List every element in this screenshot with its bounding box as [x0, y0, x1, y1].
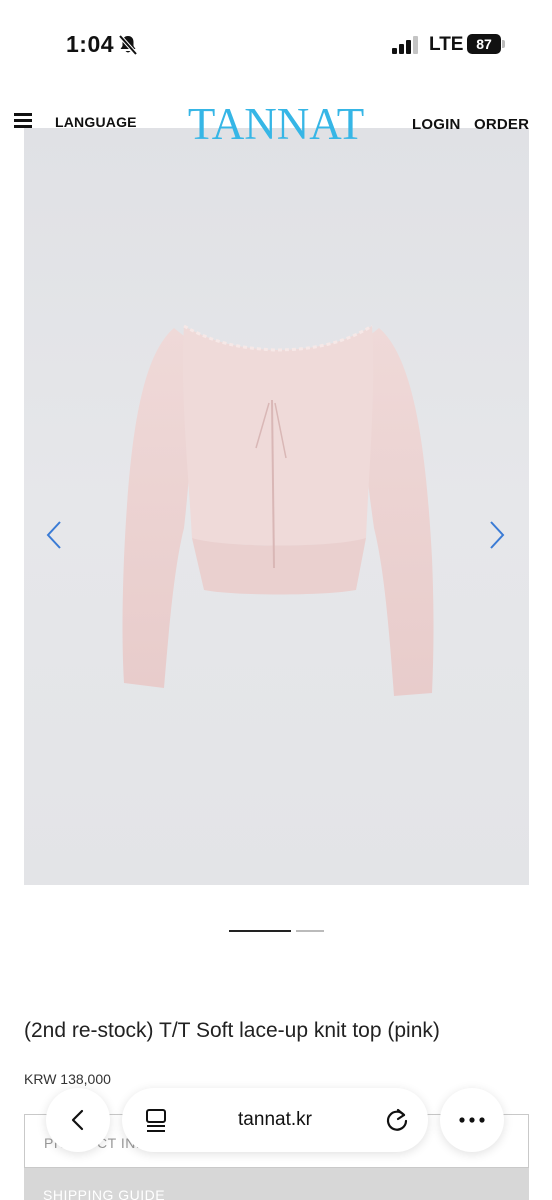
more-icon — [459, 1117, 485, 1123]
battery-level: 87 — [467, 34, 501, 54]
address-bar[interactable]: tannat.kr — [122, 1088, 428, 1152]
shipping-guide-label: SHIPPING GUIDE — [43, 1187, 166, 1200]
battery-indicator: 87 — [467, 34, 505, 54]
site-logo[interactable]: TANNAT — [186, 98, 366, 150]
signal-icon — [392, 36, 418, 54]
pager-dot[interactable] — [296, 930, 324, 932]
status-bar: 1:04 LTE 87 — [0, 0, 552, 90]
bell-slash-icon — [118, 34, 138, 56]
order-link[interactable]: ORDER — [474, 116, 529, 133]
chevron-right-icon[interactable] — [487, 519, 507, 551]
chevron-left-icon[interactable] — [44, 519, 64, 551]
shipping-guide-tab[interactable]: SHIPPING GUIDE — [24, 1168, 529, 1200]
battery-tip — [502, 40, 505, 48]
language-link[interactable]: LANGUAGE — [55, 114, 137, 130]
back-button[interactable] — [46, 1088, 110, 1152]
product-title: (2nd re-stock) T/T Soft lace-up knit top… — [24, 1019, 440, 1042]
status-time: 1:04 — [66, 31, 115, 57]
more-button[interactable] — [440, 1088, 504, 1152]
pager-dot-active[interactable] — [229, 930, 291, 932]
garment-photo — [122, 324, 434, 696]
login-link[interactable]: LOGIN — [412, 116, 461, 133]
menu-icon[interactable] — [14, 113, 32, 129]
reload-icon[interactable] — [384, 1107, 410, 1133]
product-price: KRW 138,000 — [24, 1071, 111, 1087]
product-image[interactable] — [24, 128, 529, 885]
url-text: tannat.kr — [238, 1109, 312, 1130]
back-icon — [71, 1109, 84, 1131]
network-label: LTE — [429, 34, 464, 55]
